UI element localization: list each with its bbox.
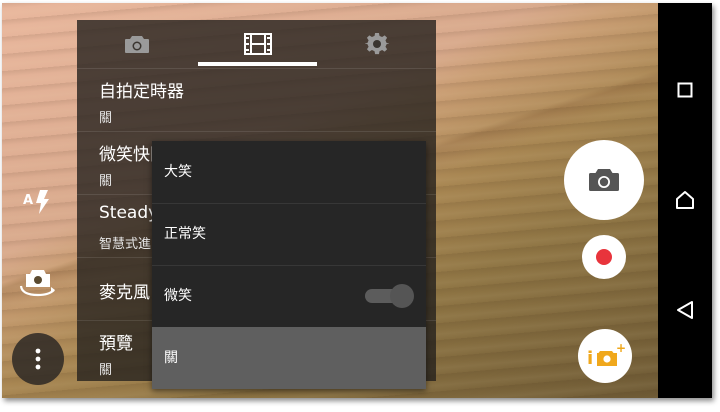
smart-photo-icon: i +	[587, 342, 625, 369]
gear-icon	[364, 32, 389, 55]
back-icon	[677, 301, 693, 319]
setting-title: 麥克風	[99, 283, 150, 303]
setting-title: 自拍定時器	[99, 82, 184, 102]
settings-tabs	[77, 20, 436, 69]
recents-button[interactable]	[658, 63, 712, 117]
option-label: 正常笑	[164, 226, 206, 242]
recents-icon	[677, 82, 693, 98]
active-tab-indicator	[198, 62, 317, 66]
option-label: 關	[164, 350, 178, 366]
tab-video[interactable]	[198, 20, 317, 68]
switch-camera-button[interactable]	[18, 265, 58, 299]
menu-option-normal-smile[interactable]: 正常笑	[152, 203, 426, 266]
record-icon	[596, 249, 612, 265]
navigation-bar	[658, 3, 712, 398]
switch-camera-icon	[19, 270, 55, 297]
menu-option-slight-smile[interactable]: 微笑	[152, 265, 426, 328]
smart-label: i	[587, 348, 593, 369]
option-label: 大笑	[164, 164, 192, 180]
setting-self-timer[interactable]: 自拍定時器 關	[77, 69, 436, 132]
camera-icon	[124, 36, 149, 53]
record-button[interactable]	[582, 235, 626, 279]
smile-shutter-menu: 大笑 正常笑 微笑 關	[152, 141, 426, 389]
smart-photo-button[interactable]: i +	[578, 329, 632, 383]
back-button[interactable]	[658, 283, 712, 337]
home-button[interactable]	[658, 173, 712, 227]
film-icon	[243, 33, 272, 55]
home-icon	[676, 191, 694, 209]
smart-plus: +	[616, 342, 625, 355]
more-options-button[interactable]	[12, 333, 64, 385]
setting-value: 關	[99, 111, 113, 126]
menu-option-off[interactable]: 關	[152, 327, 426, 389]
screen: 自拍定時器 關 微笑快門(影片) 關 SteadyShot™ 智慧式進階 麥克風…	[2, 3, 712, 398]
tab-photo[interactable]	[77, 20, 196, 68]
option-label: 微笑	[164, 288, 192, 304]
tab-settings[interactable]	[317, 20, 436, 68]
microphone-toggle-knob[interactable]	[390, 284, 414, 308]
setting-title: 預覽	[99, 334, 133, 354]
auto-flash-button[interactable]: A	[20, 185, 54, 219]
auto-flash-icon: A	[23, 190, 49, 214]
menu-option-big-smile[interactable]: 大笑	[152, 141, 426, 204]
setting-value: 關	[99, 174, 113, 189]
auto-flash-label: A	[23, 193, 33, 208]
setting-value: 關	[99, 363, 113, 378]
more-options-icon	[35, 348, 41, 370]
shutter-camera-icon	[589, 169, 619, 191]
shutter-button[interactable]	[564, 140, 644, 220]
